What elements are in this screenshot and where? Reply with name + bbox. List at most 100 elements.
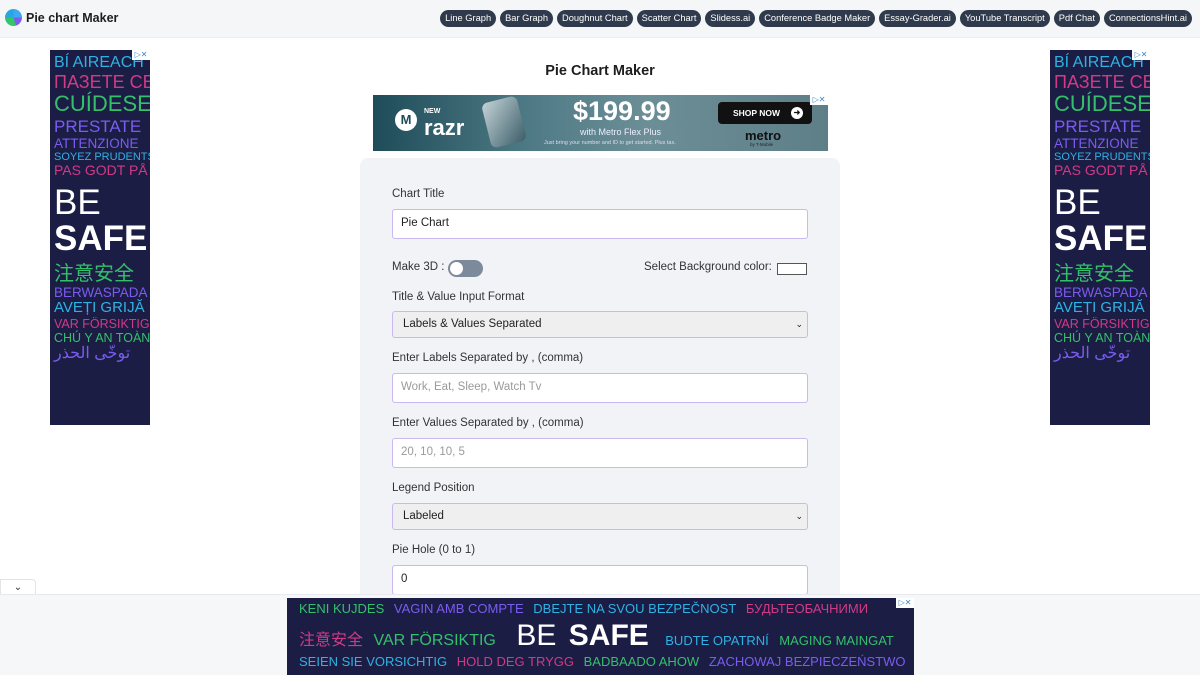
ad-be-text: BE: [54, 182, 101, 222]
chevron-down-icon: ⌄: [795, 319, 803, 329]
labels-input[interactable]: Work, Eat, Sleep, Watch Tv: [392, 373, 808, 403]
nav-link-doughnut-chart[interactable]: Doughnut Chart: [557, 10, 633, 27]
ad-text: AVEȚI GRIJĂ: [54, 299, 145, 317]
ad-fineprint: Just bring your number and ID to get sta…: [544, 140, 676, 146]
metro-logo: metro: [745, 128, 782, 143]
left-side-ad[interactable]: ▷✕ BÍ AIREACH ПАЗЕТЕ СЕ CUÍDESE PRESTATE…: [50, 50, 150, 425]
ad-text: ПАЗЕТЕ СЕ: [54, 71, 150, 92]
ad-text: ATTENZIONE: [54, 135, 139, 151]
ad-text: PAS GODT PÅ: [1054, 162, 1148, 179]
ad-text: HOLD DEG TRYGG: [456, 654, 574, 669]
arrow-right-icon: ➜: [791, 107, 803, 119]
ad-cta-label: SHOP NOW: [733, 108, 781, 118]
legend-position-select[interactable]: Labeled ⌄: [392, 503, 808, 530]
labels-label: Enter Labels Separated by , (comma): [392, 352, 584, 364]
motorola-logo-icon: M: [395, 109, 417, 131]
metro-logo-sub: by T-Mobile: [750, 142, 774, 147]
ad-row: KENI KUJDES VAGIN AMB COMPTE DBEJTE NA S…: [299, 601, 874, 616]
ad-text: БУДЬТЕОБАЧНИМИ: [745, 601, 869, 616]
input-format-label: Title & Value Input Format: [392, 291, 525, 303]
ad-text: CHÚ Y AN TOÀN: [54, 331, 150, 346]
toggle-knob: [450, 262, 463, 275]
ad-text: KENI KUJDES: [299, 601, 385, 616]
ad-text: توخّى الحذر: [1054, 345, 1131, 363]
ad-text: BADBAADO AHOW: [583, 654, 700, 669]
nav-link-connections-hint[interactable]: ConnectionsHint.ai: [1103, 10, 1192, 27]
ad-be-text: BE: [516, 619, 557, 652]
legend-position-value: Labeled: [403, 510, 444, 522]
ad-be-text: BE: [1054, 182, 1101, 222]
ad-close-icon[interactable]: ▷✕: [1132, 50, 1150, 60]
ad-text: BUDTE OPATRNÍ: [665, 633, 769, 648]
nav-link-line-graph[interactable]: Line Graph: [440, 10, 497, 27]
input-format-value: Labels & Values Separated: [403, 318, 542, 330]
ad-text: BERWASPADA: [54, 285, 148, 301]
ad-text: CUÍDESE: [1054, 91, 1150, 117]
right-side-ad[interactable]: ▷✕ BÍ AIREACH ПАЗЕТЕ СЕ CUÍDESE PRESTATE…: [1050, 50, 1150, 425]
ad-subtitle: with Metro Flex Plus: [580, 127, 662, 137]
ad-safe-text: SAFE: [568, 619, 649, 652]
ad-text: 注意安全: [54, 262, 134, 285]
ad-text: PAS GODT PÅ: [54, 162, 148, 179]
ad-text: ПАЗЕТЕ СЕ: [1054, 71, 1150, 92]
ad-text: VAR FÖRSIKTIG: [1054, 317, 1150, 332]
chevron-down-icon: ⌄: [795, 511, 803, 521]
values-input[interactable]: 20, 10, 10, 5: [392, 438, 808, 468]
ad-safe-text: SAFE: [1054, 218, 1148, 258]
ad-text: توخّى الحذر: [54, 345, 131, 363]
pie-logo-icon: [5, 9, 22, 26]
ad-text: AVEȚI GRIJĂ: [1054, 299, 1145, 317]
ad-text: BERWASPADA: [1054, 285, 1148, 301]
ad-text: 注意安全: [299, 632, 364, 649]
ad-row: SEIEN SIE VORSICHTIG HOLD DEG TRYGG BADB…: [299, 654, 912, 669]
make-3d-toggle[interactable]: [448, 260, 483, 277]
ad-text: CUÍDESE: [54, 91, 150, 117]
ad-price: $199.99: [573, 96, 671, 126]
ad-text: SEIEN SIE VORSICHTIG: [299, 654, 448, 669]
pie-hole-input[interactable]: 0: [392, 565, 808, 595]
ad-text: 注意安全: [1054, 262, 1134, 285]
ad-close-icon[interactable]: ▷✕: [896, 598, 914, 608]
ad-text: CHÚ Y AN TOÀN: [1054, 331, 1150, 346]
ad-close-icon[interactable]: ▷✕: [132, 50, 150, 60]
ad-text: ATTENZIONE: [1054, 135, 1139, 151]
ad-text: VAGIN AMB COMPTE: [393, 601, 524, 616]
ad-row: 注意安全 VAR FÖRSIKTIG BE SAFE BUDTE OPATRNÍ…: [299, 620, 900, 657]
ad-text: ZACHOWAJ BEZPIECZEŃSTWO: [708, 654, 906, 669]
nav-link-youtube-transcript[interactable]: YouTube Transcript: [959, 10, 1050, 27]
chevron-down-icon: ⌄: [13, 582, 23, 593]
ad-text: PRESTATE: [54, 116, 142, 136]
nav-link-pdf-chat[interactable]: Pdf Chat: [1053, 10, 1100, 27]
top-banner-ad[interactable]: M NEW razr $199.99 with Metro Flex Plus …: [373, 95, 828, 151]
chart-title-label: Chart Title: [392, 188, 445, 200]
ad-shop-now-button[interactable]: SHOP NOW ➜: [718, 102, 812, 124]
ad-text: VAR FÖRSIKTIG: [54, 317, 150, 332]
nav-link-slidess[interactable]: Slidess.ai: [705, 10, 756, 27]
input-format-select[interactable]: Labels & Values Separated ⌄: [392, 311, 808, 338]
bottom-banner-ad[interactable]: KENI KUJDES VAGIN AMB COMPTE DBEJTE NA S…: [287, 598, 914, 675]
values-label: Enter Values Separated by , (comma): [392, 417, 584, 429]
nav-link-conference-badge[interactable]: Conference Badge Maker: [759, 10, 876, 27]
pie-hole-label: Pie Hole (0 to 1): [392, 544, 476, 556]
nav-link-essay-grader[interactable]: Essay-Grader.ai: [879, 10, 956, 27]
chart-title-input[interactable]: Pie Chart: [392, 209, 808, 239]
top-navbar: Pie chart Maker Line Graph Bar Graph Dou…: [0, 0, 1200, 38]
nav-link-bar-graph[interactable]: Bar Graph: [500, 10, 553, 27]
ad-text: DBEJTE NA SVOU BEZPEČNOST: [533, 601, 737, 616]
bg-color-picker[interactable]: [777, 263, 807, 275]
make-3d-label: Make 3D :: [392, 261, 445, 273]
collapse-ad-button[interactable]: ⌄: [0, 579, 36, 595]
ad-safe-text: SAFE: [54, 218, 148, 258]
ad-text: VAR FÖRSIKTIG: [373, 632, 496, 649]
ad-text: MAGING MAINGAT: [779, 633, 894, 648]
phone-image: [480, 95, 528, 149]
ad-product-name: razr: [424, 115, 465, 140]
ad-new-label: NEW: [424, 108, 441, 115]
legend-position-label: Legend Position: [392, 482, 475, 494]
brand-link[interactable]: Pie chart Maker: [5, 9, 118, 26]
page-title: Pie Chart Maker: [545, 63, 655, 79]
nav-links: Line Graph Bar Graph Doughnut Chart Scat…: [440, 10, 1192, 27]
brand-name: Pie chart Maker: [26, 10, 119, 25]
ad-close-icon[interactable]: ▷✕: [810, 95, 828, 105]
nav-link-scatter-chart[interactable]: Scatter Chart: [636, 10, 702, 27]
